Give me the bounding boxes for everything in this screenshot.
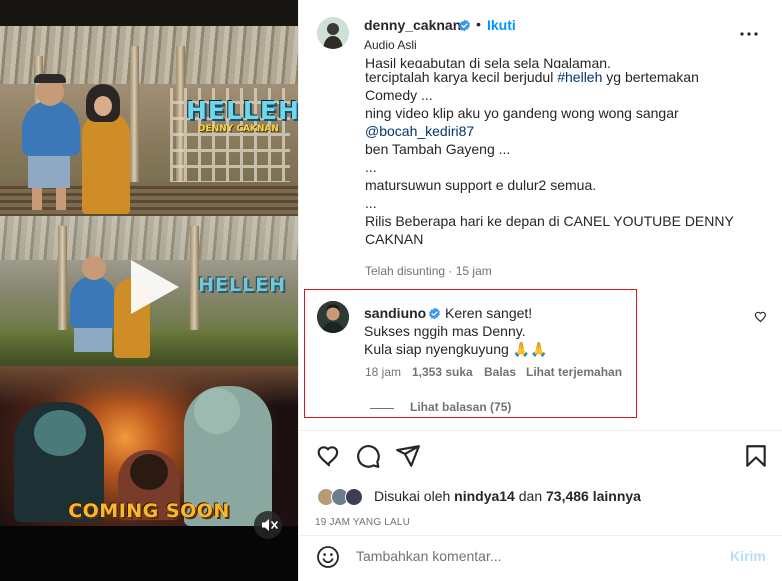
person-blue-shirt (22, 100, 80, 156)
comment-like-heart-icon[interactable] (754, 310, 768, 324)
view-replies-button[interactable]: Lihat balasan (75) (410, 400, 511, 414)
caption-text: terciptalah karya kecil berjudul (365, 69, 558, 85)
video-frame-1: HELLEH DENNY CAKNAN (0, 26, 298, 216)
media-top-strip (0, 0, 298, 26)
author-username[interactable]: denny_caknan (364, 17, 461, 33)
author-avatar[interactable] (317, 17, 349, 49)
caption-line: Hasil kegabutan di sela sela Ngalaman, (365, 55, 611, 68)
shirtless-head (194, 388, 240, 434)
send-icon[interactable] (395, 443, 421, 469)
person-cap (34, 74, 66, 83)
separator-dot: • (476, 16, 481, 32)
liker-avatar[interactable] (345, 488, 363, 506)
more-options-icon[interactable] (737, 22, 761, 46)
caption-edited-time: Telah disunting · 15 jam (365, 264, 492, 278)
caption-line: ben Tambah Gayeng ... (365, 141, 511, 157)
person-blue-shirt (70, 276, 116, 328)
person-head (82, 256, 106, 280)
masked-head (34, 410, 86, 456)
verified-badge-icon (459, 19, 470, 32)
caption-line: ... (365, 159, 377, 175)
translate-button[interactable]: Lihat terjemahan (526, 365, 622, 379)
caption-line: ning video klip aku yo gandeng wong wong… (365, 105, 679, 121)
mute-button[interactable] (254, 511, 282, 539)
hashtag-link[interactable]: #helleh (557, 69, 602, 85)
helleh-logo: HELLEH (186, 96, 298, 125)
commenter-avatar-image (317, 301, 349, 333)
person-jeans-shorts (28, 156, 70, 188)
replies-divider-line (370, 408, 394, 409)
muted-speaker-icon (262, 519, 278, 531)
person-leg (32, 188, 42, 210)
play-icon[interactable] (119, 254, 185, 320)
comment-text: Keren sanget! (445, 305, 533, 321)
liked-by-conjunction: dan (514, 488, 546, 504)
commenter-username[interactable]: sandiuno (364, 305, 426, 321)
follow-button[interactable]: Ikuti (487, 17, 516, 33)
caption-text: yg bertemakan (602, 69, 699, 85)
liked-by-text: Disukai oleh nindya14 dan 73,486 lainnya (374, 488, 641, 504)
caption-line: ... (365, 195, 377, 211)
caption-line: Rilis Beberapa hari ke depan di CANEL YO… (365, 213, 734, 229)
reply-button[interactable]: Balas (484, 365, 516, 379)
comment-text: Kula siap nyengkuyung 🙏🙏 (364, 341, 548, 357)
post-comment-button[interactable]: Kirim (730, 548, 766, 564)
heart-icon[interactable] (316, 443, 342, 469)
person-orange-dress (82, 112, 130, 214)
caption-line: CAKNAN (365, 231, 424, 247)
author-avatar-image (317, 17, 349, 49)
emoji-icon[interactable] (316, 545, 340, 569)
audio-label[interactable]: Audio Asli (364, 38, 417, 52)
section-divider (299, 430, 782, 431)
helleh-logo: HELLEH (198, 274, 286, 296)
post-media[interactable]: HELLEH DENNY CAKNAN HELLEH COMING SOON (0, 0, 298, 581)
mention-link[interactable]: @bocah_kediri87 (365, 122, 765, 140)
section-divider (299, 535, 782, 536)
logo-subtitle: DENNY CAKNAN (198, 124, 279, 134)
comment-text: Sukses nggih mas Denny. (364, 323, 526, 339)
add-comment-input[interactable]: Tambahkan komentar... (356, 548, 502, 564)
liked-by-others-link[interactable]: 73,486 lainnya (546, 488, 641, 504)
person-leg (56, 188, 66, 210)
person-jeans-shorts (74, 328, 112, 352)
liked-by-user-link[interactable]: nindya14 (454, 488, 515, 504)
person-face (94, 96, 112, 116)
post-date[interactable]: 19 JAM YANG LALU (315, 517, 410, 528)
post-detail-panel: denny_caknan • Ikuti Audio Asli Hasil ke… (298, 0, 782, 581)
bookmark-icon[interactable] (743, 443, 769, 469)
comment-time[interactable]: 18 jam (365, 365, 401, 379)
middle-head (130, 454, 168, 490)
caption-line: Comedy ... (365, 87, 433, 103)
commenter-avatar[interactable] (317, 301, 349, 333)
caption-line: matursuwun support e dulur2 semua. (365, 177, 597, 193)
verified-badge-icon (429, 307, 440, 320)
comment-likes[interactable]: 1,353 suka (412, 365, 473, 379)
caption-line: terciptalah karya kecil berjudul #helleh… (365, 68, 765, 86)
post-caption: Hasil kegabutan di sela sela Ngalaman, t… (365, 55, 765, 248)
comment-icon[interactable] (355, 443, 381, 469)
liked-by-prefix: Disukai oleh (374, 488, 455, 504)
